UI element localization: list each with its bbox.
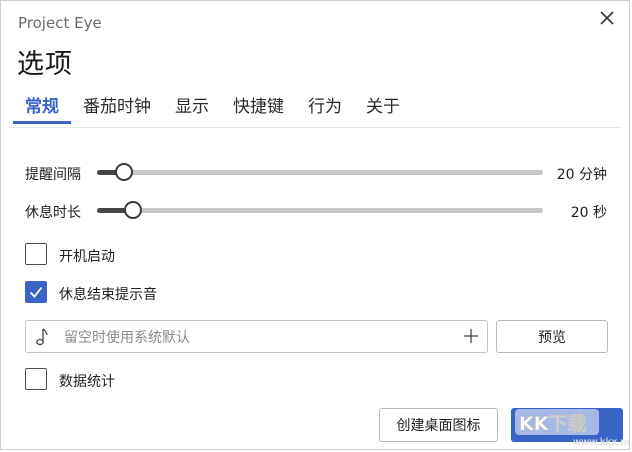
statistics-label[interactable]: 数据统计 bbox=[59, 371, 115, 391]
startup-label[interactable]: 开机启动 bbox=[59, 246, 115, 266]
options-window: Project Eye 选项 常规 番茄时钟 显示 快捷键 行为 关于 提醒间隔… bbox=[0, 0, 630, 450]
page-title: 选项 bbox=[17, 49, 73, 80]
tab-shortcuts[interactable]: 快捷键 bbox=[221, 94, 296, 124]
tab-pomodoro[interactable]: 番茄时钟 bbox=[71, 94, 163, 124]
statistics-checkbox[interactable] bbox=[25, 368, 47, 390]
watermark-text: KK下载 bbox=[519, 412, 586, 435]
sound-file-input[interactable] bbox=[62, 325, 446, 350]
slider-thumb[interactable] bbox=[114, 163, 133, 181]
reminder-interval-label: 提醒间隔 bbox=[25, 167, 81, 183]
create-desktop-shortcut-button[interactable]: 创建桌面图标 bbox=[379, 408, 498, 442]
tab-display[interactable]: 显示 bbox=[163, 94, 221, 124]
tab-general[interactable]: 常规 bbox=[13, 94, 71, 124]
slider-track bbox=[97, 170, 543, 175]
rest-duration-label: 休息时长 bbox=[25, 205, 81, 221]
app-title: Project Eye bbox=[18, 14, 102, 32]
slider-track bbox=[97, 208, 543, 213]
watermark-url: www.kkx.net bbox=[573, 437, 629, 448]
tabs-divider bbox=[9, 127, 621, 128]
tab-behavior[interactable]: 行为 bbox=[296, 94, 354, 124]
music-note-icon bbox=[34, 327, 50, 351]
preview-button[interactable]: 预览 bbox=[496, 320, 608, 353]
sound-file-field[interactable] bbox=[25, 320, 488, 353]
plus-icon[interactable] bbox=[463, 328, 479, 348]
close-icon bbox=[600, 11, 614, 25]
reminder-interval-value: 20 分钟 bbox=[556, 167, 607, 183]
rest-duration-value: 20 秒 bbox=[570, 205, 607, 221]
check-icon bbox=[29, 286, 43, 298]
close-button[interactable] bbox=[594, 7, 620, 29]
tab-bar: 常规 番茄时钟 显示 快捷键 行为 关于 bbox=[13, 94, 412, 128]
rest-end-sound-label[interactable]: 休息结束提示音 bbox=[59, 284, 157, 304]
watermark-logo: KK下载 www.kkx.net bbox=[515, 409, 629, 448]
tab-about[interactable]: 关于 bbox=[354, 94, 412, 124]
reminder-interval-slider[interactable] bbox=[97, 162, 543, 182]
startup-checkbox[interactable] bbox=[25, 243, 47, 265]
slider-thumb[interactable] bbox=[123, 201, 142, 219]
rest-duration-slider[interactable] bbox=[97, 200, 543, 220]
rest-end-sound-checkbox[interactable] bbox=[25, 281, 47, 303]
